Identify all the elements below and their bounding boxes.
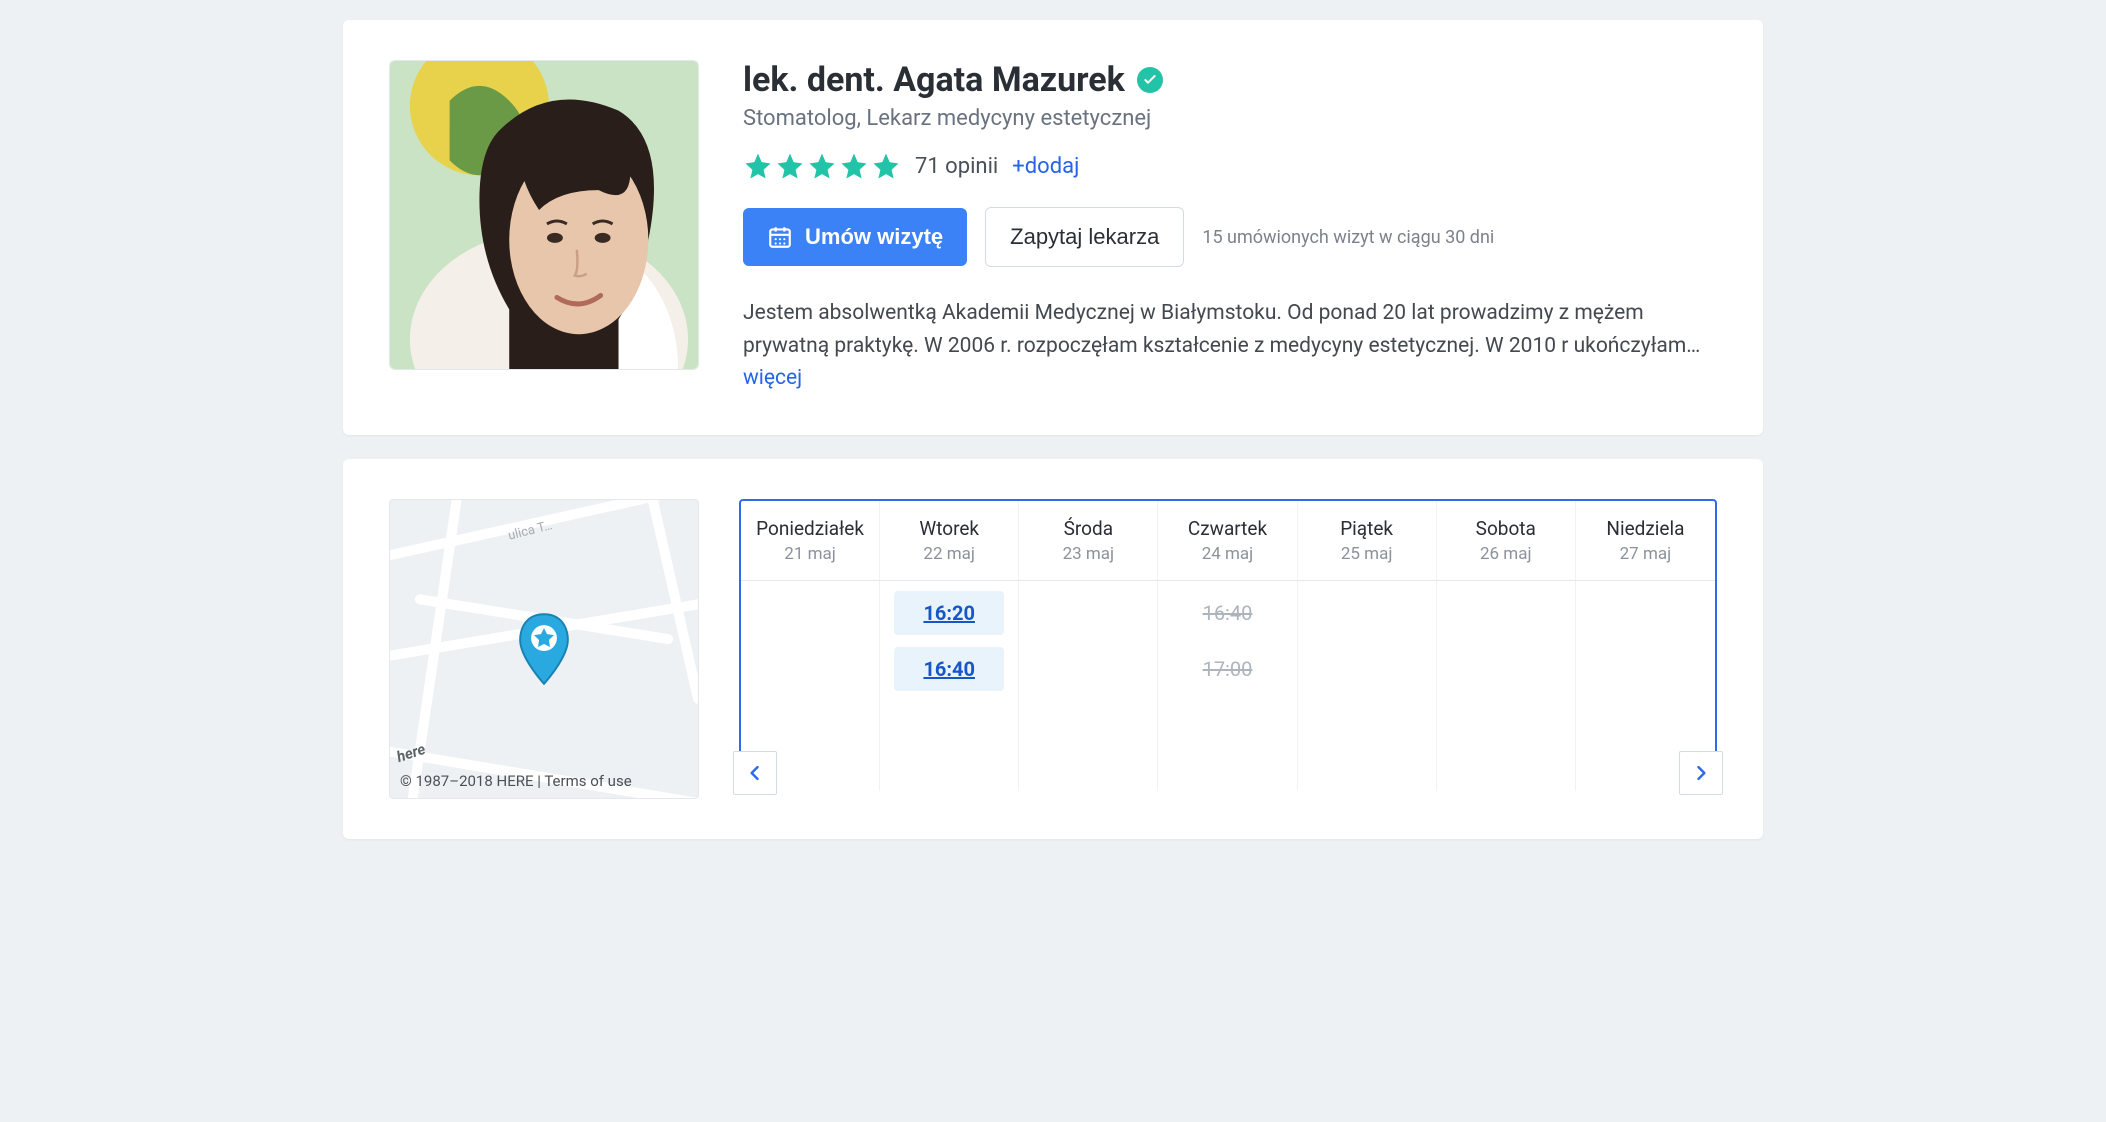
day-of-week: Wtorek bbox=[884, 517, 1014, 540]
bio-text: Jestem absolwentką Akademii Medycznej w … bbox=[743, 301, 1700, 358]
calendar-next-button[interactable] bbox=[1679, 751, 1723, 795]
day-of-week: Poniedziałek bbox=[745, 517, 875, 540]
bio: Jestem absolwentką Akademii Medycznej w … bbox=[743, 297, 1717, 395]
calendar-day-header: Niedziela 27 maj bbox=[1576, 501, 1715, 580]
profile-card: lek. dent. Agata Mazurek Stomatolog, Lek… bbox=[343, 20, 1763, 435]
star-icon bbox=[743, 151, 773, 181]
specialty: Stomatolog, Lekarz medycyny estetycznej bbox=[743, 106, 1717, 131]
doctor-name: lek. dent. Agata Mazurek bbox=[743, 60, 1125, 100]
day-of-week: Piątek bbox=[1302, 517, 1432, 540]
calendar-day-header: Piątek 25 maj bbox=[1298, 501, 1437, 580]
calendar-prev-button[interactable] bbox=[733, 751, 777, 795]
calendar-day-column: 16:20 16:40 bbox=[880, 581, 1019, 791]
calendar: Poniedziałek 21 maj Wtorek 22 maj Środa 23 ma… bbox=[739, 499, 1717, 791]
chevron-left-icon bbox=[745, 763, 765, 783]
time-slot-unavailable: 16:40 bbox=[1173, 591, 1283, 635]
calendar-day-header: Środa 23 maj bbox=[1019, 501, 1158, 580]
star-rating bbox=[743, 151, 901, 181]
star-icon bbox=[839, 151, 869, 181]
calendar-day-column bbox=[1019, 581, 1158, 791]
day-of-week: Środa bbox=[1023, 517, 1153, 540]
avatar[interactable] bbox=[389, 60, 699, 370]
reviews-count[interactable]: 71 opinii bbox=[915, 154, 998, 179]
chevron-right-icon bbox=[1691, 763, 1711, 783]
day-date: 27 maj bbox=[1580, 544, 1711, 564]
book-appointment-button[interactable]: Umów wizytę bbox=[743, 208, 967, 266]
more-link[interactable]: więcej bbox=[743, 366, 802, 390]
day-date: 25 maj bbox=[1302, 544, 1432, 564]
day-date: 23 maj bbox=[1023, 544, 1153, 564]
time-slot-unavailable: 17:00 bbox=[1173, 647, 1283, 691]
map[interactable]: ulica T… here © 1987–2018 HERE | Terms o… bbox=[389, 499, 699, 799]
calendar-day-header: Czwartek 24 maj bbox=[1158, 501, 1297, 580]
calendar-day-header: Sobota 26 maj bbox=[1437, 501, 1576, 580]
star-icon bbox=[871, 151, 901, 181]
star-icon bbox=[807, 151, 837, 181]
day-of-week: Niedziela bbox=[1580, 517, 1711, 540]
book-appointment-label: Umów wizytę bbox=[805, 224, 943, 250]
time-slot[interactable]: 16:40 bbox=[894, 647, 1004, 691]
ask-doctor-button[interactable]: Zapytaj lekarza bbox=[985, 207, 1184, 267]
day-date: 21 maj bbox=[745, 544, 875, 564]
verified-icon bbox=[1137, 67, 1163, 93]
day-date: 24 maj bbox=[1162, 544, 1292, 564]
day-date: 26 maj bbox=[1441, 544, 1571, 564]
day-of-week: Czwartek bbox=[1162, 517, 1292, 540]
time-slot[interactable]: 16:20 bbox=[894, 591, 1004, 635]
star-icon bbox=[775, 151, 805, 181]
map-attribution[interactable]: © 1987–2018 HERE | Terms of use bbox=[400, 772, 632, 790]
calendar-day-column bbox=[1298, 581, 1437, 791]
calendar-day-header: Poniedziałek 21 maj bbox=[741, 501, 880, 580]
calendar-day-header: Wtorek 22 maj bbox=[880, 501, 1019, 580]
day-date: 22 maj bbox=[884, 544, 1014, 564]
visits-note: 15 umówionych wizyt w ciągu 30 dni bbox=[1202, 227, 1494, 248]
calendar-day-column bbox=[1437, 581, 1576, 791]
schedule-card: ulica T… here © 1987–2018 HERE | Terms o… bbox=[343, 459, 1763, 839]
calendar-day-column: 16:40 17:00 bbox=[1158, 581, 1297, 791]
calendar-icon bbox=[767, 224, 793, 250]
add-review-link[interactable]: +dodaj bbox=[1012, 154, 1079, 179]
day-of-week: Sobota bbox=[1441, 517, 1571, 540]
